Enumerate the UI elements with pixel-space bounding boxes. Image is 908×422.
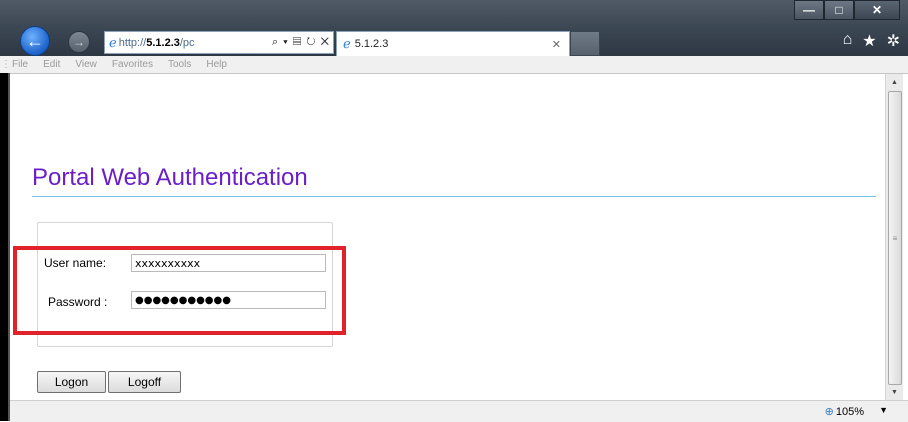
tab-close-icon[interactable]: ✕ bbox=[552, 38, 561, 51]
scroll-down-icon[interactable]: ▼ bbox=[886, 384, 903, 400]
menu-view[interactable]: View bbox=[75, 59, 97, 70]
address-bar[interactable]: ℯ http://5.1.2.3/pc ⌕ ▾ ▤ ↻ ✕ bbox=[104, 31, 334, 54]
zoom-icon: ⊕ bbox=[824, 406, 834, 418]
maximize-button[interactable]: □ bbox=[824, 0, 854, 20]
minimize-button[interactable]: — bbox=[794, 0, 824, 20]
ie-logo-icon: ℯ bbox=[109, 34, 117, 50]
browser-tab[interactable]: ℯ 5.1.2.3 ✕ bbox=[336, 31, 570, 56]
page-content: Portal Web Authentication User name: xxx… bbox=[10, 74, 884, 400]
password-label: Password : bbox=[48, 295, 108, 309]
url-scheme: http:// bbox=[118, 36, 147, 49]
zoom-control[interactable]: ⊕ 105% bbox=[824, 405, 864, 419]
forward-arrow-icon: → bbox=[73, 35, 85, 49]
title-divider bbox=[32, 196, 876, 197]
logoff-button[interactable]: Logoff bbox=[108, 371, 181, 393]
favorites-star-icon[interactable]: ★ bbox=[862, 31, 876, 51]
tab-ie-icon: ℯ bbox=[343, 36, 351, 51]
scroll-up-icon[interactable]: ▲ bbox=[886, 74, 903, 90]
tab-title: 5.1.2.3 bbox=[354, 38, 389, 50]
menu-bar: ⋮ File Edit View Favorites Tools Help bbox=[0, 56, 908, 74]
menu-edit[interactable]: Edit bbox=[43, 59, 60, 70]
menu-tools[interactable]: Tools bbox=[168, 59, 191, 70]
zoom-dropdown-icon[interactable]: ▼ bbox=[879, 405, 888, 415]
back-button[interactable]: ← bbox=[20, 26, 50, 56]
status-bar: ⊕ 105% ▼ bbox=[10, 400, 908, 422]
back-arrow-icon: ← bbox=[26, 30, 44, 51]
menu-file[interactable]: File bbox=[12, 59, 28, 70]
home-icon[interactable]: ⌂ bbox=[843, 31, 853, 51]
forward-button[interactable]: → bbox=[68, 31, 90, 53]
password-input[interactable]: ●●●●●●●●●●● bbox=[131, 291, 326, 309]
scroll-thumb[interactable]: ≡ bbox=[888, 91, 902, 385]
window-controls: — □ ✕ bbox=[794, 0, 900, 20]
menu-help[interactable]: Help bbox=[206, 59, 227, 70]
menu-grip-icon: ⋮ bbox=[1, 59, 11, 70]
logon-button[interactable]: Logon bbox=[37, 371, 106, 393]
gear-icon[interactable]: ✲ bbox=[887, 31, 900, 51]
close-window-button[interactable]: ✕ bbox=[854, 0, 900, 20]
page-title: Portal Web Authentication bbox=[32, 164, 308, 191]
vertical-scrollbar[interactable]: ▲ ≡ ▼ bbox=[885, 74, 903, 400]
address-tools-icons[interactable]: ⌕ ▾ ▤ ↻ ✕ bbox=[272, 36, 333, 49]
address-url[interactable]: http://5.1.2.3/pc bbox=[119, 37, 272, 49]
username-input[interactable]: xxxxxxxxxx bbox=[131, 254, 326, 272]
url-host: 5.1.2.3 bbox=[146, 36, 180, 49]
zoom-level: 105% bbox=[835, 405, 864, 418]
username-label: User name: bbox=[44, 256, 107, 270]
menu-favorites[interactable]: Favorites bbox=[112, 59, 153, 70]
new-tab-button[interactable] bbox=[570, 31, 600, 56]
toolbar-icons: ⌂ ★ ✲ bbox=[843, 31, 900, 51]
window-left-edge bbox=[0, 73, 8, 421]
url-path: /pc bbox=[179, 36, 195, 49]
browser-chrome: — □ ✕ ← → ℯ http://5.1.2.3/pc ⌕ ▾ ▤ ↻ ✕ … bbox=[0, 0, 908, 56]
